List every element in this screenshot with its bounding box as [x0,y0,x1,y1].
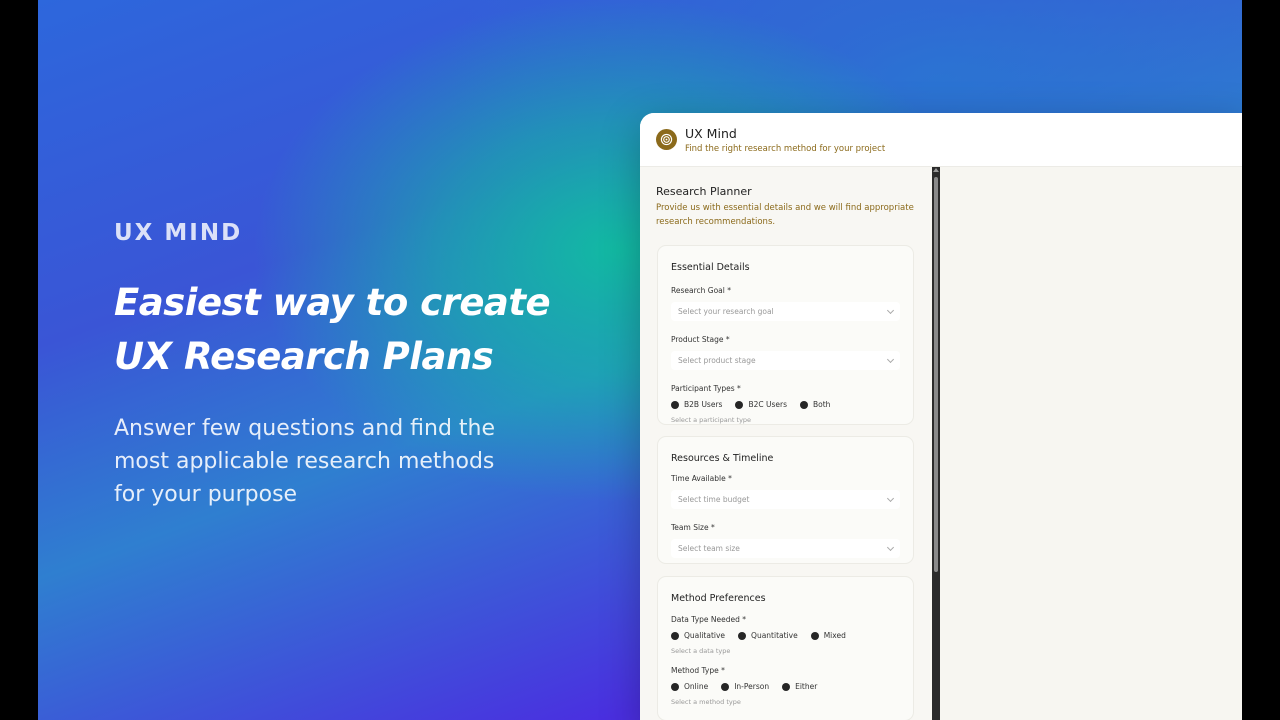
radio-either[interactable]: Either [782,682,817,691]
radio-icon [671,400,679,409]
hero-background: UX MIND Easiest way to create UX Researc… [38,0,1242,720]
radio-label: Online [684,682,709,691]
participant-types-label: Participant Types * [671,384,741,393]
radio-icon [671,682,679,691]
chevron-down-icon [886,494,895,502]
data-type-group: Qualitative Quantitative Mixed [671,631,900,640]
radio-label: In-Person [734,682,770,691]
radio-icon [738,631,747,640]
radio-icon [800,400,808,409]
subtext-line-1: Answer few questions and find the [114,416,496,441]
subtext-line-2: most applicable research methods [114,449,495,474]
panel-scrollbar[interactable] [932,167,940,720]
time-available-label: Time Available * [671,474,732,483]
radio-b2c-users[interactable]: B2C Users [735,400,787,409]
radio-icon [810,631,819,640]
team-size-placeholder: Select team size [678,544,740,553]
data-type-label: Data Type Needed * [671,615,747,624]
planner-title: Research Planner [656,185,752,198]
chevron-down-icon [886,543,895,551]
radio-label: Quantitative [751,631,798,640]
scroll-up-icon[interactable] [933,168,939,172]
research-goal-select[interactable]: Select your research goal [671,302,900,321]
planner-description: Provide us with essential details and we… [656,203,914,227]
app-header: UX Mind Find the right research method f… [640,113,1242,167]
time-available-placeholder: Select time budget [678,495,750,504]
resources-timeline-card: Resources & Timeline Time Available * Se… [657,436,914,564]
scroll-thumb[interactable] [934,177,938,572]
research-goal-label: Research Goal * [671,286,731,295]
radio-online[interactable]: Online [671,682,708,691]
chevron-down-icon [886,306,895,314]
hero-brand: UX MIND [114,220,243,246]
radio-label: B2C Users [748,400,787,409]
research-goal-placeholder: Select your research goal [678,307,774,316]
method-preferences-title: Method Preferences [671,593,766,604]
subtext-line-3: for your purpose [114,482,298,507]
hero-subtext: Answer few questions and find the most a… [114,412,584,511]
chevron-down-icon [886,355,895,363]
radio-b2b-users[interactable]: B2B Users [671,400,722,409]
radio-label: Either [795,682,818,691]
method-type-group: Online In-Person Either [671,682,900,691]
essential-details-title: Essential Details [671,262,750,273]
team-size-select[interactable]: Select team size [671,539,900,558]
app-title: UX Mind [685,125,737,141]
product-stage-select[interactable]: Select product stage [671,351,900,370]
radio-both[interactable]: Both [800,400,830,409]
radio-qualitative[interactable]: Qualitative [671,631,725,640]
app-window: UX Mind Find the right research method f… [640,113,1242,720]
radio-label: Qualitative [684,631,726,640]
radio-icon [721,682,730,691]
hero-section: UX MIND Easiest way to create UX Researc… [114,220,584,511]
radio-mixed[interactable]: Mixed [810,631,846,640]
headline-line-1: Easiest way to create [114,281,551,324]
planner-panel[interactable]: Research Planner Provide us with essenti… [640,167,932,720]
hero-headline: Easiest way to create UX Research Plans [114,276,584,384]
results-pane [940,167,1242,720]
headline-line-2: UX Research Plans [114,335,494,378]
product-stage-label: Product Stage * [671,335,730,344]
app-subtitle: Find the right research method for your … [685,143,886,154]
product-stage-placeholder: Select product stage [678,356,756,365]
radio-label: Both [813,400,831,409]
method-type-hint: Select a method type [671,698,741,706]
radio-label: B2B Users [684,400,723,409]
participant-types-group: B2B Users B2C Users Both [671,400,900,409]
essential-details-card: Essential Details Research Goal * Select… [657,245,914,425]
method-preferences-card: Method Preferences Data Type Needed * Qu… [657,576,914,720]
target-icon [656,129,677,150]
radio-icon [782,682,791,691]
method-type-label: Method Type * [671,666,725,675]
resources-timeline-title: Resources & Timeline [671,453,774,464]
radio-in-person[interactable]: In-Person [721,682,769,691]
time-available-select[interactable]: Select time budget [671,490,900,509]
radio-quantitative[interactable]: Quantitative [738,631,798,640]
data-type-hint: Select a data type [671,647,731,655]
participant-types-hint: Select a participant type [671,416,752,424]
team-size-label: Team Size * [671,523,715,532]
radio-icon [671,631,679,640]
radio-icon [735,400,744,409]
radio-label: Mixed [823,631,846,640]
